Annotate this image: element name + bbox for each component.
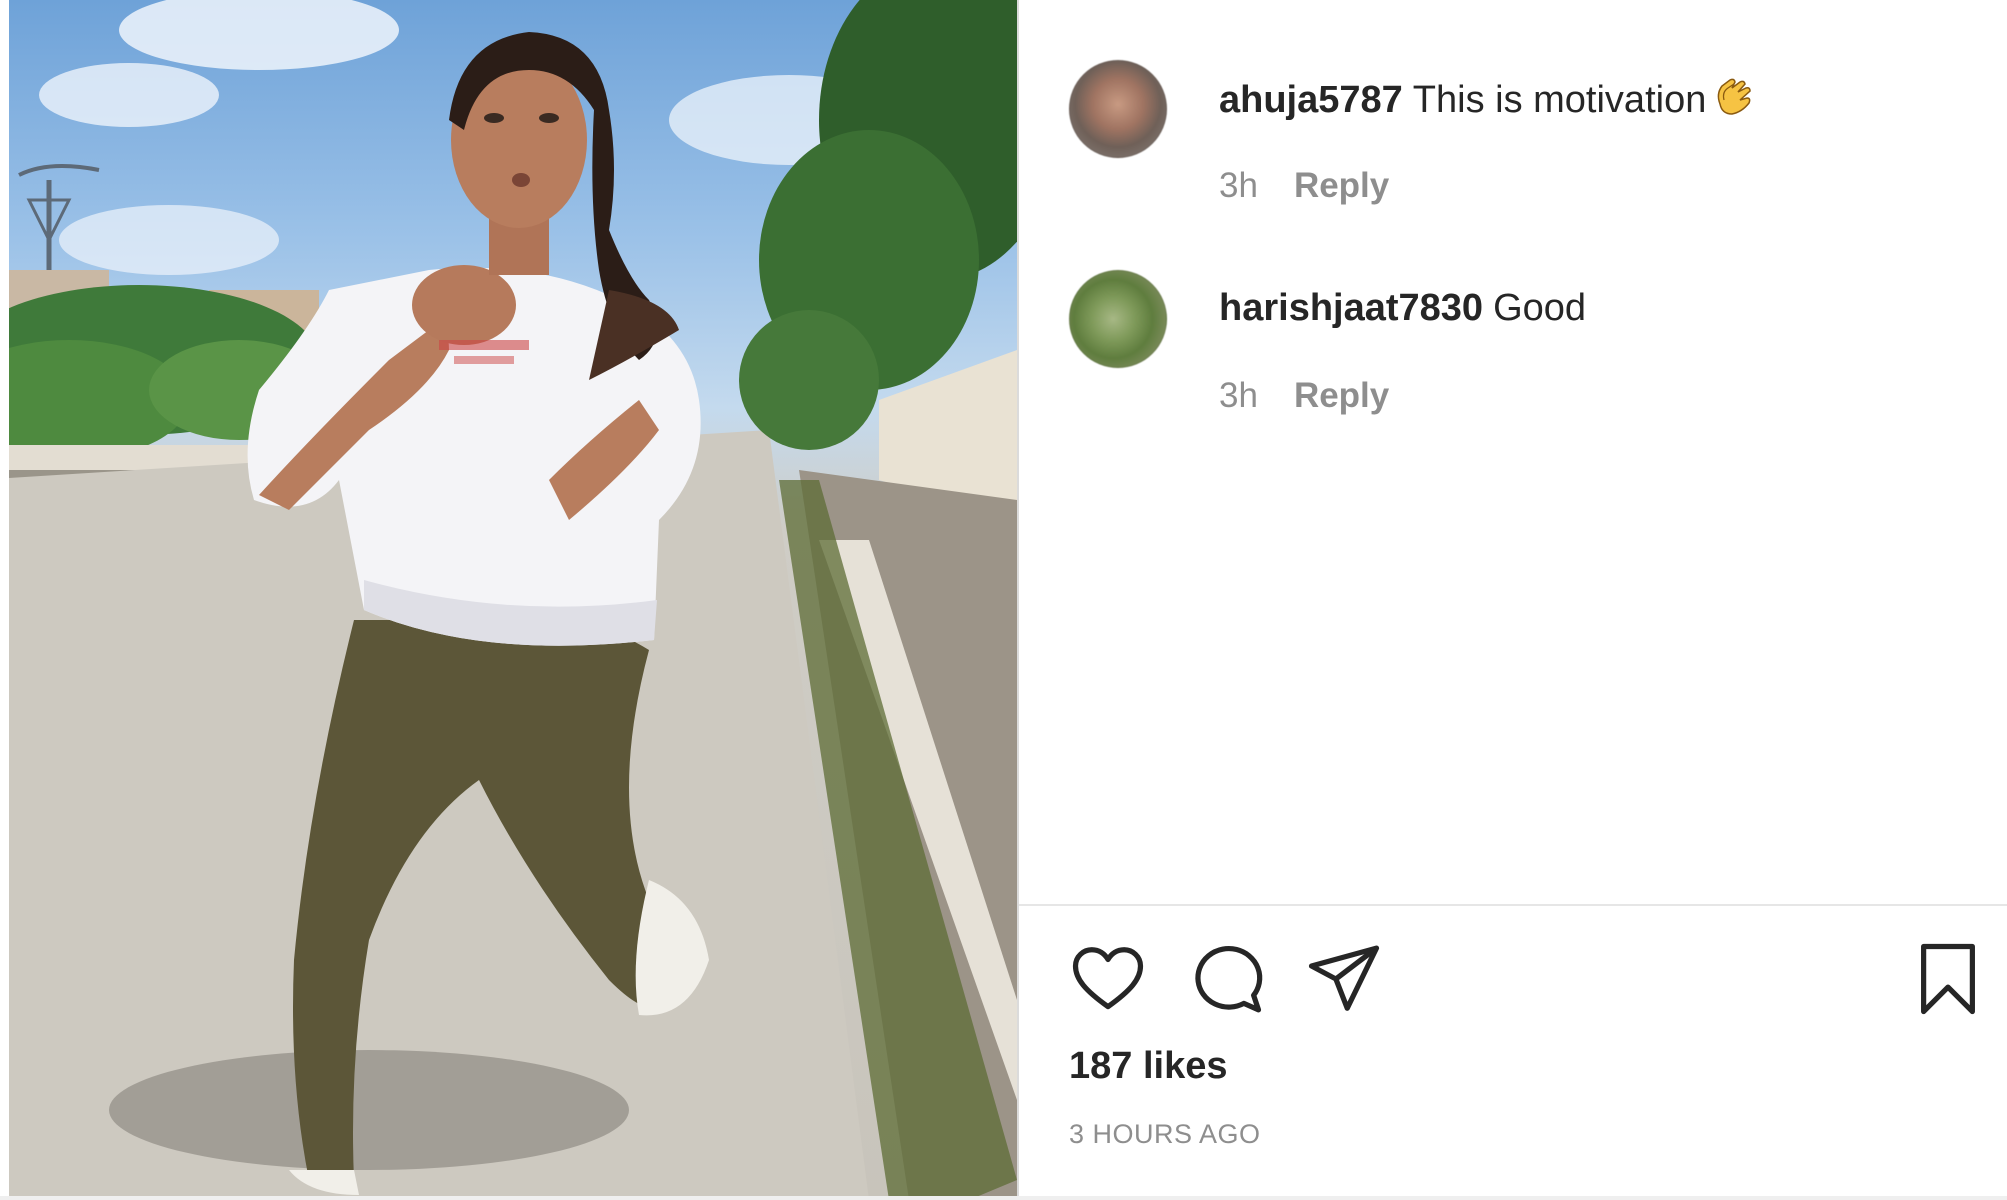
clapping-hands-icon — [1718, 78, 1752, 115]
comment-time: 3h — [1219, 376, 1258, 415]
comment-item: ahuja5787 This is motivation 3h Reply — [1069, 60, 1969, 210]
avatar[interactable] — [1069, 270, 1167, 368]
share-button[interactable] — [1305, 940, 1383, 1018]
comments-panel: ahuja5787 This is motivation 3h Reply hari… — [1019, 0, 2007, 1200]
comment-meta: 3h Reply — [1219, 374, 1389, 418]
comment-username[interactable]: harishjaat7830 — [1219, 287, 1483, 329]
comment-item: harishjaat7830 Good 3h Reply — [1069, 270, 1969, 420]
bottom-border — [0, 1196, 2007, 1200]
comment-button[interactable] — [1187, 940, 1265, 1018]
bookmark-icon — [1921, 943, 1975, 1015]
likes-count[interactable]: 187 likes — [1069, 1042, 1227, 1090]
heart-icon — [1072, 947, 1144, 1010]
comment-time: 3h — [1219, 166, 1258, 205]
section-divider — [1019, 904, 2007, 906]
comment-line: harishjaat7830 Good — [1219, 284, 1586, 332]
paper-plane-icon — [1308, 945, 1380, 1011]
save-button[interactable] — [1909, 940, 1987, 1018]
post-photo — [9, 0, 1017, 1200]
comment-username[interactable]: ahuja5787 — [1219, 79, 1403, 121]
instagram-post-view: ahuja5787 This is motivation 3h Reply hari… — [0, 0, 2007, 1200]
like-button[interactable] — [1069, 940, 1147, 1018]
avatar[interactable] — [1069, 60, 1167, 158]
reply-button[interactable]: Reply — [1294, 376, 1389, 415]
post-media[interactable] — [9, 0, 1017, 1200]
comment-text: Good — [1493, 287, 1587, 329]
comment-text: This is motivation — [1412, 79, 1707, 121]
action-bar — [1069, 940, 1989, 1020]
reply-button[interactable]: Reply — [1294, 166, 1389, 205]
comment-meta: 3h Reply — [1219, 164, 1389, 208]
post-timestamp[interactable]: 3 HOURS AGO — [1069, 1116, 1261, 1152]
speech-bubble-icon — [1195, 945, 1263, 1013]
comment-line: ahuja5787 This is motivation — [1219, 74, 1756, 124]
